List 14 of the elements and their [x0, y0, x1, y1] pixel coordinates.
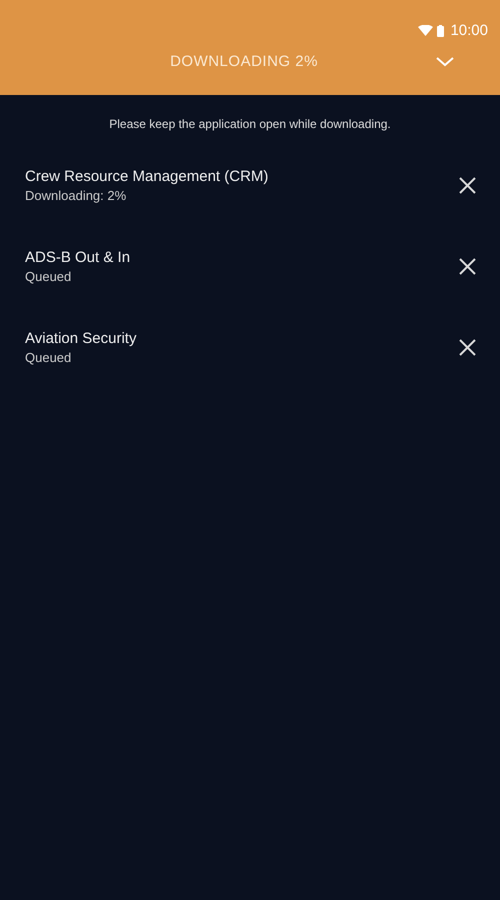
wifi-icon: [418, 25, 434, 36]
download-status: Downloading: 2%: [25, 188, 128, 203]
download-title: ADS-B Out & In: [25, 249, 130, 266]
close-icon[interactable]: [459, 258, 476, 275]
notice-text: Please keep the application open while downloading.: [108, 117, 392, 131]
battery-icon: [437, 24, 444, 36]
close-icon[interactable]: [459, 177, 476, 194]
download-status: Queued: [25, 269, 72, 284]
close-icon[interactable]: [459, 339, 476, 356]
header-title: DOWNLOADING 2%: [170, 53, 318, 70]
download-status: Queued: [25, 350, 72, 365]
download-title: Aviation Security: [25, 330, 136, 347]
status-time: 10:00: [450, 22, 488, 39]
download-title: Crew Resource Management (CRM): [25, 168, 268, 185]
